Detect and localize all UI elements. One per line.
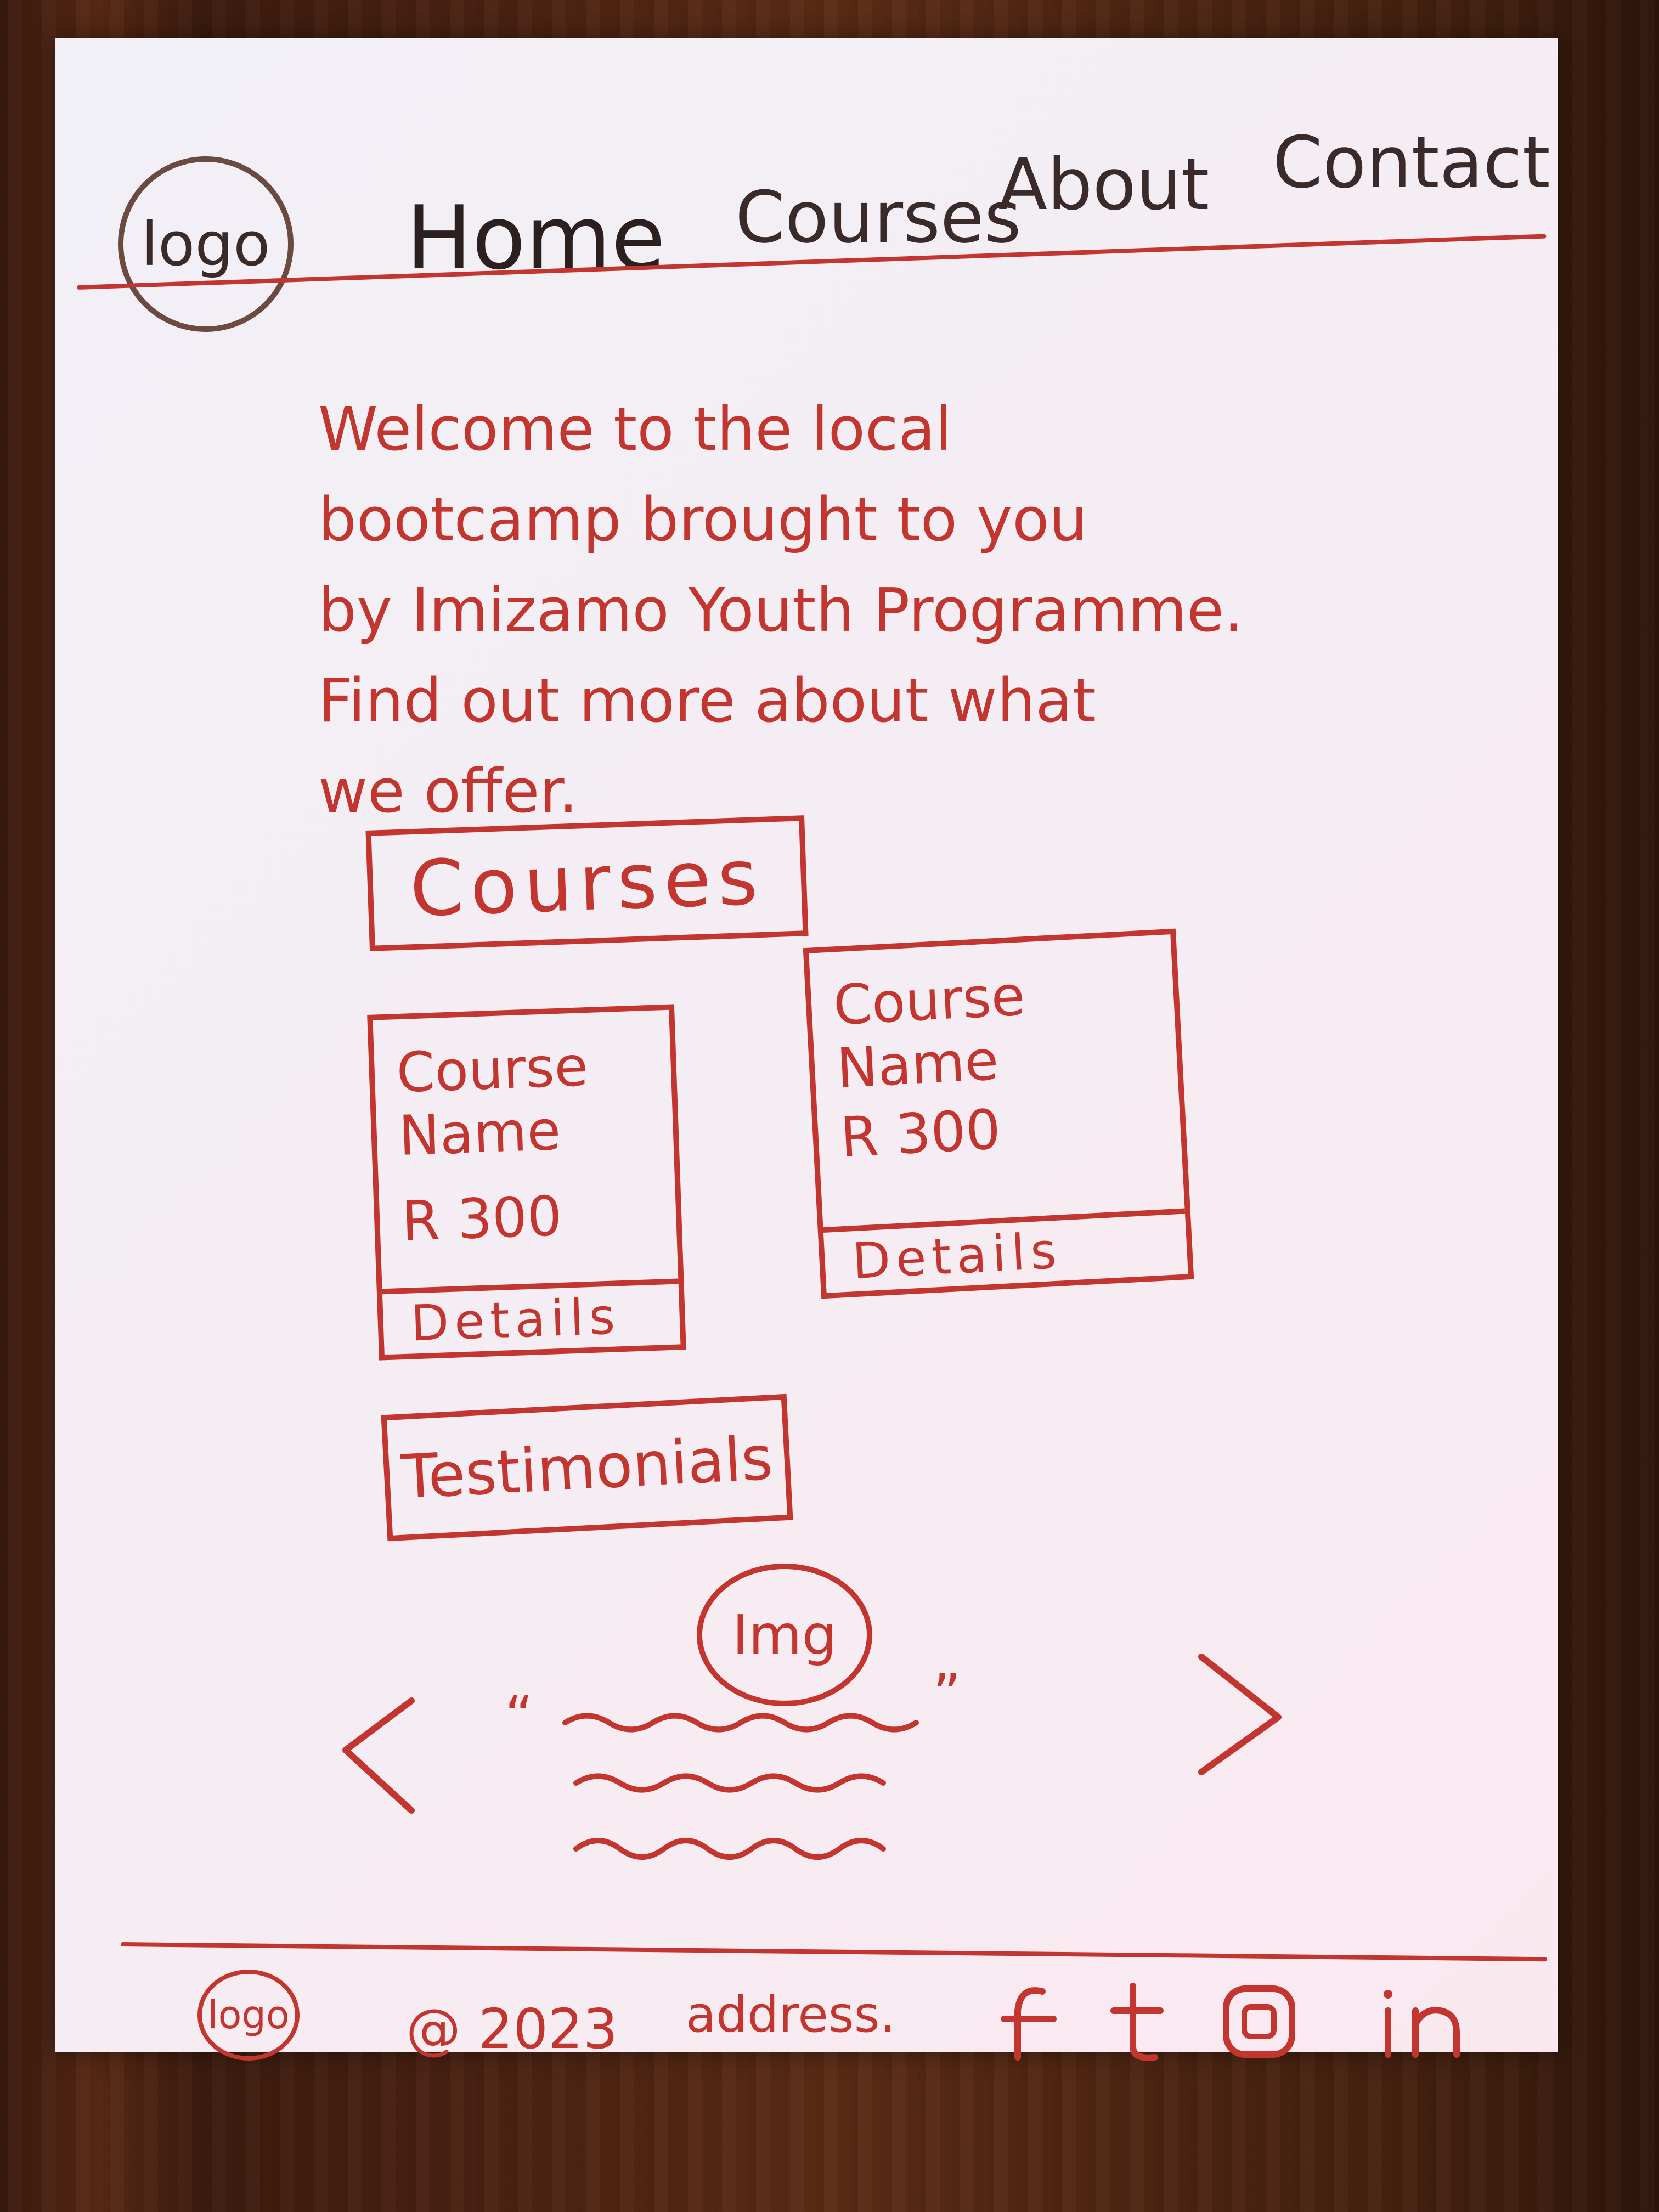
header-logo-label: logo [141, 209, 270, 279]
course-details-button[interactable]: Details [823, 1208, 1188, 1293]
course-name: Course Name [832, 963, 1026, 1101]
course-card[interactable]: Course Name R 300 Details [367, 1004, 686, 1361]
main-nav: Home Courses About Contact [395, 121, 1550, 289]
footer-logo[interactable]: logo [198, 1970, 300, 2061]
footer-divider [120, 1942, 1547, 1962]
courses-heading: Courses [408, 832, 766, 934]
footer-logo-label: logo [207, 1993, 290, 2038]
testimonial-quote-placeholder [562, 1713, 919, 1860]
tumblr-icon[interactable] [1097, 1980, 1180, 2063]
chevron-left-icon[interactable] [329, 1690, 428, 1832]
instagram-icon[interactable] [1218, 1980, 1300, 2063]
courses-heading-box: Courses [365, 815, 809, 951]
footer-address: address. [686, 1986, 896, 2044]
nav-courses-link[interactable]: Courses [735, 176, 1022, 259]
nav-contact-link[interactable]: Contact [1273, 121, 1550, 204]
linkedin-icon[interactable] [1372, 1980, 1481, 2063]
sketch-paper: logo Home Courses About Contact Welcome … [55, 38, 1558, 2061]
course-price: R 300 [400, 1183, 563, 1254]
facebook-icon[interactable] [988, 1980, 1070, 2063]
course-card[interactable]: Course Name R 300 Details [803, 928, 1194, 1299]
course-name: Course Name [395, 1034, 589, 1169]
footer-copyright: @ 2023 [406, 1997, 618, 2061]
chevron-right-icon[interactable] [1185, 1646, 1295, 1788]
course-price: R 300 [838, 1097, 1002, 1170]
testimonial-avatar-label: Img [732, 1602, 837, 1667]
header-logo[interactable]: logo [118, 156, 294, 332]
open-quote: “ [505, 1684, 533, 1748]
hero-welcome-text: Welcome to the local bootcamp brought to… [318, 394, 1243, 826]
testimonials-heading-box: Testimonials [381, 1393, 793, 1542]
testimonials-heading: Testimonials [399, 1423, 775, 1513]
nav-about-link[interactable]: About [998, 143, 1209, 226]
testimonial-avatar: Img [697, 1564, 872, 1706]
course-details-button[interactable]: Details [382, 1278, 681, 1355]
